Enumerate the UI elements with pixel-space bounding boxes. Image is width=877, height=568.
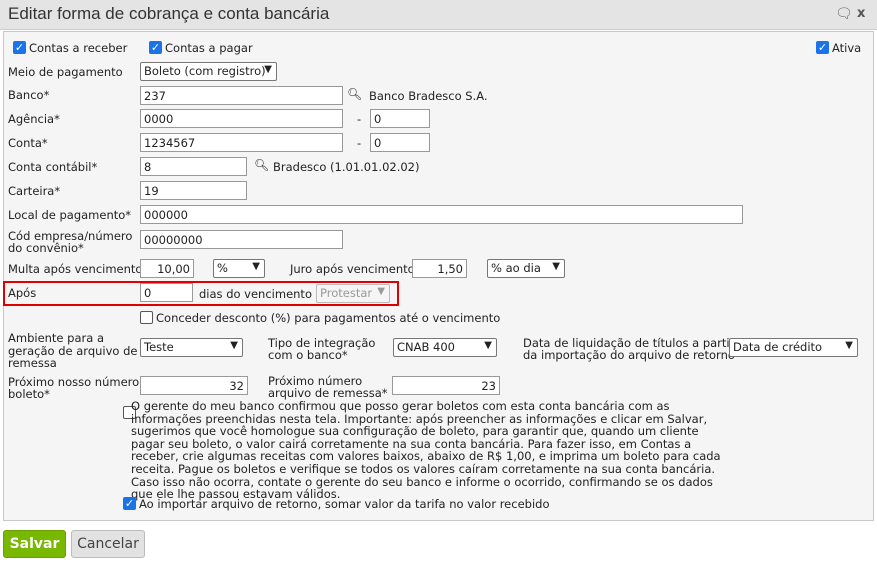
- apos-suffix: dias do vencimento: [199, 287, 312, 301]
- cancel-button[interactable]: Cancelar: [71, 530, 145, 558]
- dash: -: [357, 136, 362, 150]
- meio-select[interactable]: Boleto (com registro) ▼: [140, 62, 277, 81]
- protest-select[interactable]: Protestar ▼: [316, 284, 390, 303]
- chevron-down-icon: ▼: [252, 261, 260, 272]
- banco-label: Banco*: [8, 88, 50, 102]
- agencia-input[interactable]: [140, 109, 343, 128]
- cod-input[interactable]: [140, 230, 343, 249]
- liq-label-2: da importação do arquivo de retorno: [523, 348, 735, 362]
- apos-label: Após: [8, 286, 37, 300]
- banco-name: Banco Bradesco S.A.: [369, 89, 488, 103]
- juro-input[interactable]: [412, 259, 467, 278]
- ativa-label: Ativa: [832, 41, 862, 55]
- contabil-label: Conta contábil*: [8, 160, 98, 174]
- liq-select[interactable]: Data de crédito ▼: [729, 338, 858, 357]
- ativa-checkbox[interactable]: ✓: [816, 41, 829, 54]
- chevron-down-icon: ▼: [264, 64, 272, 75]
- nosso-label-2: boleto*: [8, 387, 50, 401]
- contabil-name: Bradesco (1.01.01.02.02): [273, 160, 420, 174]
- chevron-down-icon: ▼: [377, 286, 385, 297]
- ambiente-label-1: Ambiente para a: [8, 331, 104, 345]
- chevron-down-icon: ▼: [484, 340, 492, 351]
- conta-input[interactable]: [140, 133, 343, 152]
- multa-unit-select[interactable]: % ▼: [213, 259, 265, 278]
- meio-value: Boleto (com registro): [144, 64, 266, 78]
- chevron-down-icon: ▼: [552, 261, 560, 272]
- nosso-input[interactable]: [140, 376, 248, 395]
- close-icon[interactable]: x: [857, 6, 865, 21]
- desconto-label: Conceder desconto (%) para pagamentos at…: [156, 311, 501, 325]
- search-icon[interactable]: 🔍︎: [254, 158, 269, 172]
- conta-label: Conta*: [8, 136, 48, 150]
- banco-input[interactable]: [140, 86, 343, 105]
- save-button[interactable]: Salvar: [3, 530, 66, 558]
- gerente-text: O gerente do meu banco confirmou que pos…: [131, 399, 721, 502]
- contabil-input[interactable]: [140, 157, 247, 176]
- agencia-label: Agência*: [8, 112, 60, 126]
- ambiente-select[interactable]: Teste ▼: [140, 338, 243, 357]
- local-input[interactable]: [140, 205, 743, 224]
- ambiente-value: Teste: [144, 340, 174, 354]
- remessa-input[interactable]: [392, 376, 500, 395]
- chevron-down-icon: ▼: [845, 340, 853, 351]
- carteira-label: Carteira*: [8, 184, 61, 198]
- dash: -: [357, 112, 362, 126]
- meio-label: Meio de pagamento: [8, 65, 123, 79]
- contas-pagar-checkbox[interactable]: ✓: [149, 41, 162, 54]
- liq-value: Data de crédito: [733, 340, 823, 354]
- contas-pagar-label: Contas a pagar: [165, 41, 253, 55]
- contas-receber-checkbox[interactable]: ✓: [13, 41, 26, 54]
- comment-icon[interactable]: 🗨: [835, 6, 853, 22]
- juro-unit-value: % ao dia: [491, 261, 541, 275]
- apos-input[interactable]: [140, 283, 193, 302]
- tipo-label-2: com o banco*: [268, 348, 348, 362]
- desconto-checkbox[interactable]: [140, 311, 153, 324]
- cod-label-2: do convênio*: [8, 241, 84, 255]
- local-label: Local de pagamento*: [8, 208, 132, 222]
- conta-dv-input[interactable]: [370, 133, 430, 152]
- multa-label: Multa após vencimento: [8, 262, 143, 276]
- remessa-label-2: arquivo de remessa*: [268, 386, 388, 400]
- tarifa-checkbox[interactable]: ✓: [123, 497, 136, 510]
- carteira-input[interactable]: [140, 181, 247, 200]
- juro-unit-select[interactable]: % ao dia ▼: [487, 259, 565, 278]
- ambiente-label-3: remessa: [8, 356, 57, 370]
- tipo-select[interactable]: CNAB 400 ▼: [393, 338, 497, 357]
- chevron-down-icon: ▼: [230, 340, 238, 351]
- tipo-value: CNAB 400: [397, 340, 455, 354]
- tarifa-label: Ao importar arquivo de retorno, somar va…: [139, 497, 550, 511]
- multa-input[interactable]: [140, 259, 194, 278]
- dialog-title: Editar forma de cobrança e conta bancári…: [8, 4, 330, 23]
- contas-receber-label: Contas a receber: [29, 41, 128, 55]
- multa-unit-value: %: [217, 261, 228, 275]
- agencia-dv-input[interactable]: [370, 109, 430, 128]
- protest-value: Protestar: [320, 286, 373, 300]
- search-icon[interactable]: 🔍︎: [347, 87, 362, 101]
- juro-label: Juro após vencimento: [290, 262, 415, 276]
